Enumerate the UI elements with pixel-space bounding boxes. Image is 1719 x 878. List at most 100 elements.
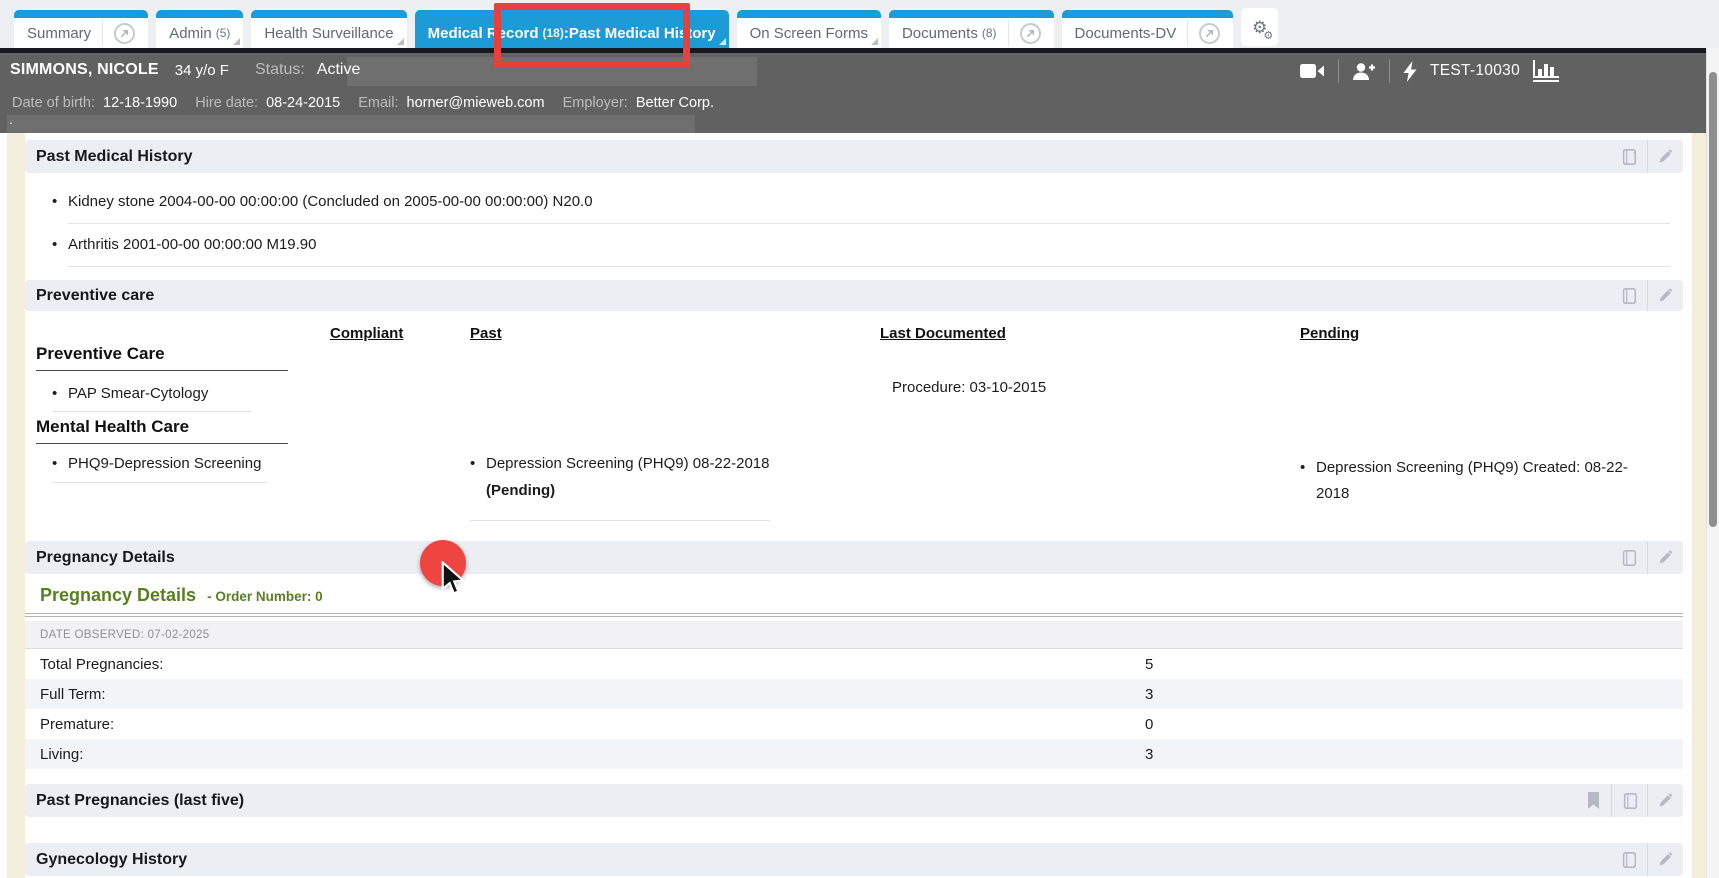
row-label: Total Pregnancies:: [40, 656, 163, 673]
section-title: Pregnancy Details: [36, 549, 175, 567]
section-title: Past Medical History: [36, 148, 193, 166]
tab-medical-record-count: (18): [543, 26, 564, 40]
tab-medical-record-active[interactable]: Medical Record (18) :Past Medical Histor…: [415, 10, 729, 48]
date-observed-text: DATE OBSERVED: 07-02-2025: [40, 629, 209, 641]
double-rule: [25, 613, 1683, 617]
edit-pencil-button[interactable]: [1647, 843, 1683, 876]
row-label: Living:: [40, 746, 83, 763]
video-call-button[interactable]: [1300, 63, 1325, 79]
pregnancy-row-premature: Premature: 0: [25, 709, 1683, 739]
tab-health-surveillance[interactable]: Health Surveillance: [251, 10, 406, 48]
edit-pencil-button[interactable]: [1647, 140, 1683, 173]
pregnancy-details-heading: Pregnancy Details - Order Number: 0: [40, 585, 323, 606]
email-value: horner@mieweb.com: [407, 95, 545, 111]
pmh-item: • Kidney stone 2004-00-00 00:00:00 (Conc…: [52, 193, 593, 210]
encounters-book-button[interactable]: [1611, 784, 1647, 817]
past-item-line1: Depression Screening (PHQ9) 08-22-2018: [486, 455, 769, 472]
bookmark-button[interactable]: [1575, 784, 1611, 817]
quick-actions-bolt-icon[interactable]: [1403, 61, 1417, 82]
patient-summary-row: SIMMONS, NICOLE 34 y/o F Status: Active: [10, 53, 360, 87]
tab-documents-count: (8): [982, 26, 997, 40]
patient-header: . SIMMONS, NICOLE 34 y/o F Status: Activ…: [0, 48, 1719, 133]
tab-summary-label: Summary: [27, 25, 91, 42]
column-header-past[interactable]: Past: [470, 325, 502, 342]
dob-label: Date of birth:: [12, 95, 95, 111]
status-value: Active: [317, 61, 361, 79]
row-value: 3: [1145, 746, 1153, 763]
preventive-item-text: PHQ9-Depression Screening: [68, 455, 261, 472]
tab-on-screen-forms[interactable]: On Screen Forms: [737, 10, 881, 48]
bullet: •: [470, 455, 486, 499]
patient-name: SIMMONS, NICOLE: [10, 61, 159, 79]
flowsheet-chart-button[interactable]: [1533, 60, 1559, 82]
add-person-button[interactable]: [1352, 62, 1376, 81]
tab-admin-label: Admin: [169, 25, 212, 42]
bullet: •: [52, 455, 68, 472]
tab-health-surveillance-label: Health Surveillance: [264, 25, 393, 42]
pmh-item: • Arthritis 2001-00-00 00:00:00 M19.90: [52, 236, 317, 253]
tab-admin[interactable]: Admin (5): [156, 10, 243, 48]
gear-small-icon: ⚙: [1263, 29, 1273, 42]
divider-line: [68, 266, 1670, 267]
pmh-item-text: Arthritis 2001-00-00 00:00:00 M19.90: [68, 236, 317, 253]
hire-date-value: 08-24-2015: [266, 95, 340, 111]
row-value: 5: [1145, 656, 1153, 673]
pending-item-text: Depression Screening (PHQ9) Created: 08-…: [1316, 455, 1636, 508]
row-value: 0: [1145, 716, 1153, 733]
preventive-item-text: PAP Smear-Cytology: [68, 385, 208, 402]
divider: [1389, 59, 1390, 83]
pregnancy-row-living: Living: 3: [25, 739, 1683, 769]
vertical-scrollbar[interactable]: [1706, 48, 1719, 878]
tab-medical-record-label: Medical Record: [428, 25, 539, 42]
left-margin-rail: [7, 133, 25, 878]
row-label: Full Term:: [40, 686, 106, 703]
external-link-icon: [114, 23, 135, 44]
documents-open-new-window-button[interactable]: [1008, 20, 1041, 46]
column-header-compliant[interactable]: Compliant: [330, 325, 403, 342]
tab-documents-dv[interactable]: Documents-DV: [1062, 10, 1234, 48]
dob-value: 12-18-1990: [103, 95, 177, 111]
encounters-book-button[interactable]: [1611, 843, 1647, 876]
section-title: Preventive care: [36, 287, 154, 305]
bullet: •: [1300, 455, 1316, 508]
edit-pencil-button[interactable]: [1647, 280, 1683, 311]
section-pregnancy-details: Pregnancy Details: [25, 541, 1683, 574]
mouse-cursor: [441, 561, 467, 597]
section-preventive-care: Preventive care: [25, 280, 1683, 311]
encounters-book-button[interactable]: [1611, 541, 1647, 574]
tab-settings-button[interactable]: ⚙ ⚙: [1241, 8, 1278, 46]
patient-age-sex: 34 y/o F: [175, 62, 229, 79]
tab-documents[interactable]: Documents (8): [889, 10, 1054, 48]
bullet: •: [52, 236, 68, 253]
summary-open-new-window-button[interactable]: [102, 20, 135, 46]
edit-pencil-button[interactable]: [1647, 541, 1683, 574]
last-documented-value: Procedure: 03-10-2015: [892, 379, 1046, 396]
encounters-book-button[interactable]: [1611, 280, 1647, 311]
group-heading-mental-health-care: Mental Health Care: [36, 417, 288, 444]
section-gynecology-history: Gynecology History: [25, 843, 1683, 876]
status-label: Status:: [255, 61, 305, 79]
date-observed-row: DATE OBSERVED: 07-02-2025: [25, 621, 1683, 649]
row-label: Premature:: [40, 716, 114, 733]
patient-tab-bar: Summary Admin (5) Health Surveillance Me…: [0, 0, 1719, 48]
edit-pencil-button[interactable]: [1647, 784, 1683, 817]
pending-column-item: • Depression Screening (PHQ9) Created: 0…: [1300, 455, 1645, 508]
tab-summary[interactable]: Summary: [14, 10, 148, 48]
tab-on-screen-forms-label: On Screen Forms: [750, 25, 868, 42]
pregnancy-details-title-text: Pregnancy Details: [40, 585, 196, 605]
divider: [1338, 59, 1339, 83]
cell-underline: [52, 411, 252, 412]
documents-dv-open-new-window-button[interactable]: [1187, 20, 1220, 46]
row-value: 3: [1145, 686, 1153, 703]
group-heading-preventive-care: Preventive Care: [36, 344, 288, 371]
column-header-pending[interactable]: Pending: [1300, 325, 1359, 342]
bullet: •: [52, 193, 68, 210]
section-title: Gynecology History: [36, 851, 187, 869]
encounters-book-button[interactable]: [1611, 140, 1647, 173]
scrollbar-thumb[interactable]: [1709, 72, 1717, 527]
tab-documents-label: Documents: [902, 25, 978, 42]
employer-value: Better Corp.: [636, 95, 714, 111]
pregnancy-row-full-term: Full Term: 3: [25, 679, 1683, 709]
column-header-last-documented[interactable]: Last Documented: [880, 325, 1006, 342]
order-number-label: - Order Number: 0: [207, 589, 323, 604]
